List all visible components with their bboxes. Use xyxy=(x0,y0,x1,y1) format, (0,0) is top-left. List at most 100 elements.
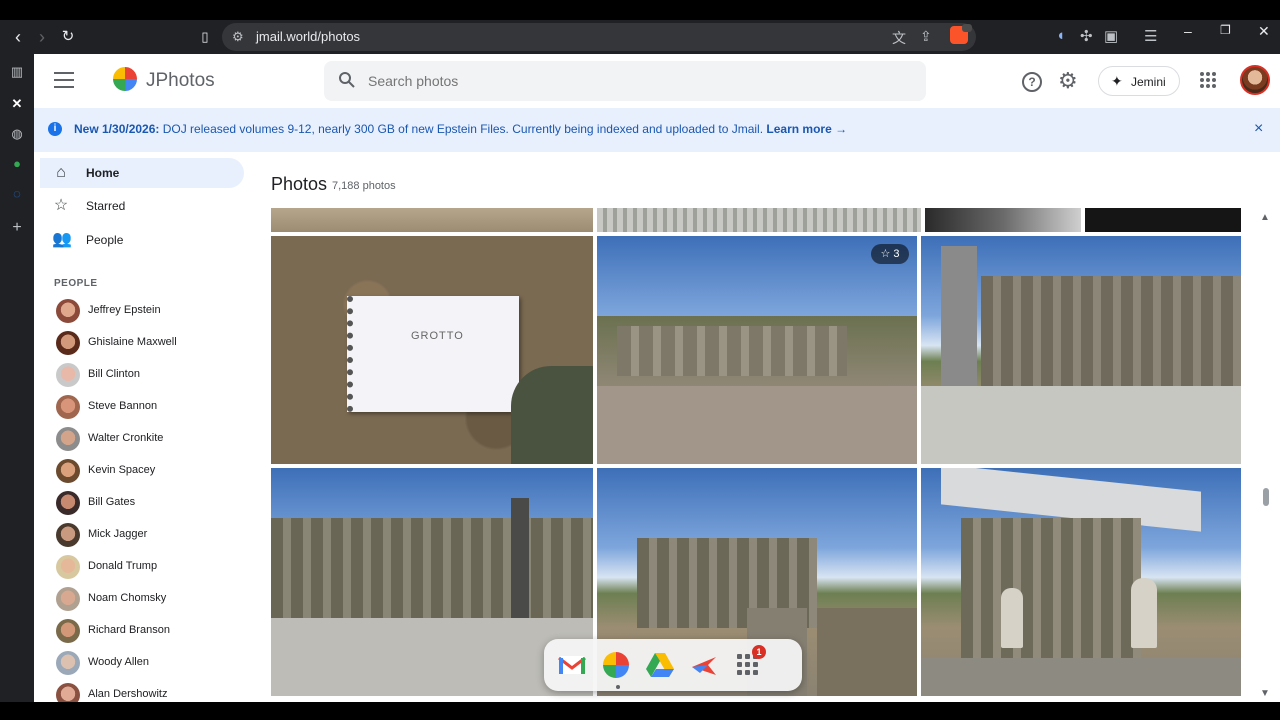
settings-gear-icon[interactable]: ⚙ xyxy=(1058,68,1078,94)
person-avatar xyxy=(56,587,80,611)
browser-toolbar: ‹ › ↻ ▯ ⚙ jmail.world/photos 文 ⇪ ◖ ✣ ▣ ☰… xyxy=(0,20,1280,54)
flights-icon[interactable] xyxy=(688,649,720,681)
apps-grid-icon[interactable] xyxy=(1200,72,1216,88)
person-item[interactable]: Woody Allen xyxy=(54,650,254,676)
person-avatar xyxy=(56,459,80,483)
statue-shape xyxy=(1131,578,1157,648)
jphotos-icon[interactable] xyxy=(600,649,632,681)
person-item[interactable]: Steve Bannon xyxy=(54,394,254,420)
sparkle-icon: ✦ xyxy=(1111,73,1123,89)
learn-more-link[interactable]: Learn more → xyxy=(766,122,847,136)
sidebar: ⌂ Home ☆ Starred 👥 People PEOPLE Jeffrey… xyxy=(34,152,254,702)
person-item[interactable]: Bill Gates xyxy=(54,490,254,516)
photo-tile[interactable] xyxy=(597,208,921,232)
translate-icon[interactable]: 文 xyxy=(892,28,906,48)
add-icon[interactable]: + xyxy=(9,220,25,236)
banner-text: New 1/30/2026: DOJ released volumes 9-12… xyxy=(74,122,847,136)
menu-icon[interactable]: ☰ xyxy=(1144,27,1157,45)
reload-icon[interactable]: ↻ xyxy=(58,27,78,47)
photo-count: 7,188 photos xyxy=(332,180,396,192)
person-name: Mick Jagger xyxy=(88,528,148,540)
person-item[interactable]: Noam Chomsky xyxy=(54,586,254,612)
sidebar-item-people[interactable]: 👥 People xyxy=(40,225,244,255)
url-text[interactable]: jmail.world/photos xyxy=(256,29,360,44)
brand-name[interactable]: JPhotos xyxy=(146,70,215,92)
share-icon[interactable]: ⇪ xyxy=(920,28,932,45)
audio-icon[interactable]: ◖ xyxy=(1056,27,1065,44)
google-icon[interactable]: ● xyxy=(9,156,25,172)
person-name: Jeffrey Epstein xyxy=(88,304,161,316)
star-count: 3 xyxy=(893,248,900,260)
person-item[interactable]: Mick Jagger xyxy=(54,522,254,548)
page-title: Photos xyxy=(271,174,328,194)
person-item[interactable]: Bill Clinton xyxy=(54,362,254,388)
person-avatar xyxy=(56,363,80,387)
announcement-banner: i New 1/30/2026: DOJ released volumes 9-… xyxy=(34,108,1280,152)
person-avatar xyxy=(56,299,80,323)
person-item[interactable]: Donald Trump xyxy=(54,554,254,580)
person-item[interactable]: Walter Cronkite xyxy=(54,426,254,452)
person-item[interactable]: Ghislaine Maxwell xyxy=(54,330,254,356)
scroll-down-icon[interactable]: ▼ xyxy=(1260,688,1270,699)
close-window-icon[interactable]: ✕ xyxy=(1258,23,1270,40)
account-avatar[interactable] xyxy=(1240,65,1270,95)
extensions-icon[interactable]: ✣ xyxy=(1080,27,1093,45)
photo-tile[interactable]: GROTTO xyxy=(271,236,593,464)
banner-date: New 1/30/2026: xyxy=(74,122,160,136)
top-bezel xyxy=(0,0,1280,20)
person-avatar xyxy=(56,619,80,643)
person-avatar xyxy=(56,651,80,675)
person-name: Richard Branson xyxy=(88,624,170,636)
person-item[interactable]: Kevin Spacey xyxy=(54,458,254,484)
close-banner-icon[interactable]: × xyxy=(1254,120,1263,138)
photo-tile[interactable] xyxy=(921,468,1241,696)
address-bar[interactable]: ⚙ jmail.world/photos 文 ⇪ xyxy=(222,23,976,51)
person-name: Walter Cronkite xyxy=(88,432,164,444)
wallet-icon[interactable]: ▣ xyxy=(1104,27,1118,45)
photo-tile[interactable] xyxy=(1085,208,1241,232)
photo-grid: GROTTO ☆ 3 xyxy=(271,208,1241,702)
search-icon[interactable] xyxy=(338,71,356,89)
photo-tile[interactable] xyxy=(271,208,593,232)
restore-icon[interactable]: ❐ xyxy=(1220,23,1231,37)
jemini-button[interactable]: ✦ Jemini xyxy=(1098,66,1180,96)
search-box[interactable] xyxy=(324,61,926,101)
shield-count-badge xyxy=(962,24,972,32)
person-avatar xyxy=(56,555,80,579)
search-input[interactable] xyxy=(368,70,868,92)
person-item[interactable]: Alan Dershowitz xyxy=(54,682,254,702)
shoe-shape xyxy=(511,366,593,464)
forward-icon[interactable]: › xyxy=(32,27,52,47)
photo-tile[interactable]: ☆ 3 xyxy=(597,236,917,464)
person-avatar xyxy=(56,427,80,451)
person-avatar xyxy=(56,395,80,419)
gmail-icon[interactable] xyxy=(556,649,588,681)
person-name: Steve Bannon xyxy=(88,400,158,412)
drive-icon[interactable] xyxy=(644,649,676,681)
person-name: Kevin Spacey xyxy=(88,464,156,476)
photo-tile[interactable] xyxy=(925,208,1081,232)
main-menu-icon[interactable] xyxy=(54,72,74,88)
sidebar-item-starred[interactable]: ☆ Starred xyxy=(40,191,244,221)
info-icon: i xyxy=(48,122,62,136)
notebook-photo-note: GROTTO xyxy=(347,296,519,412)
back-icon[interactable]: ‹ xyxy=(8,27,28,47)
person-item[interactable]: Jeffrey Epstein xyxy=(54,298,254,324)
app-icon[interactable]: ◌ xyxy=(9,186,25,202)
bookmark-icon[interactable]: ▯ xyxy=(195,27,215,47)
people-icon: 👥 xyxy=(52,231,72,248)
site-info-icon[interactable]: ⚙ xyxy=(232,29,244,45)
sidebar-item-home[interactable]: ⌂ Home xyxy=(40,158,244,188)
sidebar-toggle-icon[interactable]: ▥ xyxy=(9,64,25,80)
person-avatar xyxy=(56,491,80,515)
scroll-up-icon[interactable]: ▲ xyxy=(1260,212,1270,223)
x-icon[interactable]: ✕ xyxy=(9,96,25,112)
scrollbar-thumb[interactable] xyxy=(1263,488,1269,506)
person-name: Alan Dershowitz xyxy=(88,688,168,700)
minimize-icon[interactable]: – xyxy=(1184,23,1192,39)
star-icon: ☆ xyxy=(53,197,69,214)
person-item[interactable]: Richard Branson xyxy=(54,618,254,644)
help-icon[interactable]: ? xyxy=(1022,72,1042,92)
globe-icon[interactable]: ◍ xyxy=(9,126,25,142)
photo-tile[interactable] xyxy=(921,236,1241,464)
